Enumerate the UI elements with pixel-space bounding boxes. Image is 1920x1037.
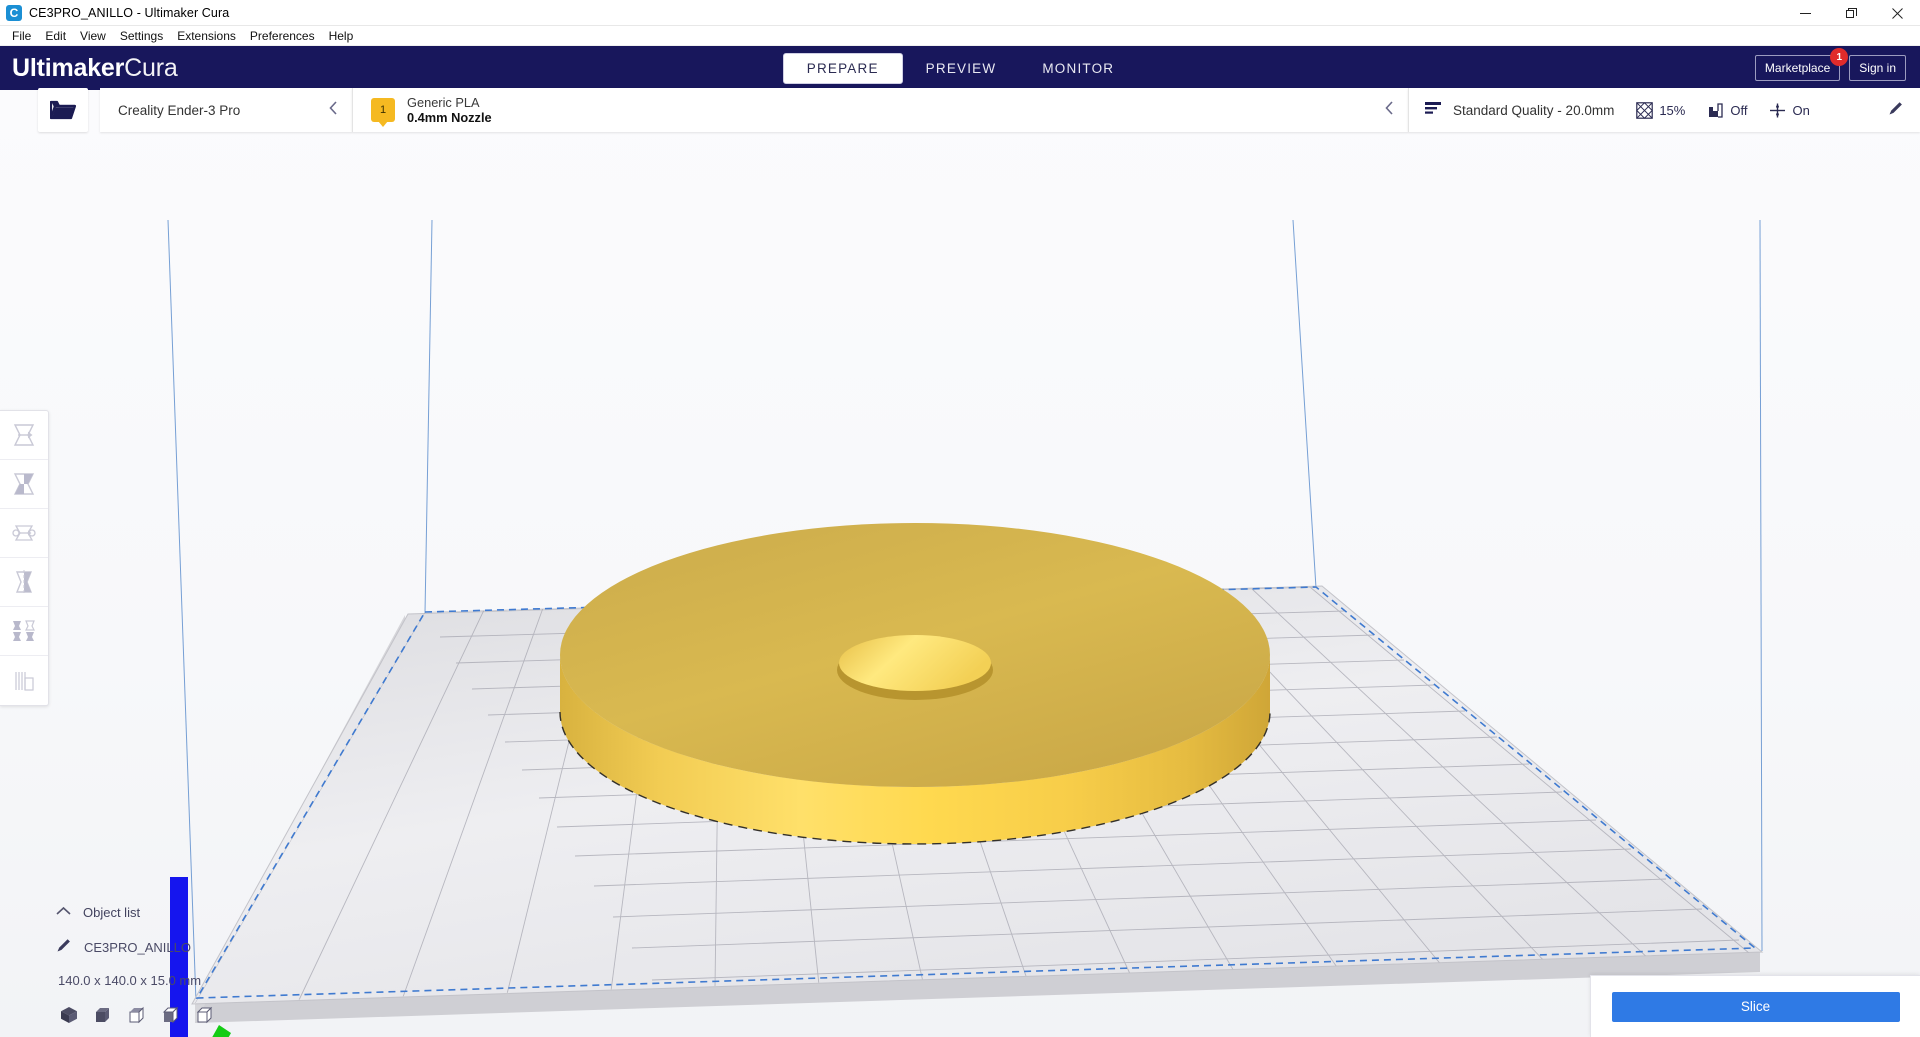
model-hole-bore bbox=[839, 635, 991, 691]
view-right-icon[interactable] bbox=[196, 1006, 214, 1029]
tab-monitor[interactable]: MONITOR bbox=[1019, 54, 1137, 83]
adhesion-chip[interactable]: On bbox=[1769, 102, 1810, 119]
machine-selector[interactable]: Creality Ender-3 Pro bbox=[100, 88, 352, 132]
support-value: Off bbox=[1730, 102, 1748, 118]
chevron-left-icon-material[interactable] bbox=[1385, 101, 1394, 119]
infill-chip[interactable]: 15% bbox=[1636, 101, 1686, 119]
header-actions: Marketplace 1 Sign in bbox=[1754, 46, 1906, 90]
pencil-icon-object[interactable] bbox=[56, 937, 72, 958]
machine-name: Creality Ender-3 Pro bbox=[118, 102, 241, 118]
adhesion-icon bbox=[1770, 103, 1786, 117]
window-controls bbox=[1782, 0, 1920, 26]
scale-tool[interactable] bbox=[0, 460, 48, 509]
app-header: UltimakerCura PREPARE PREVIEW MONITOR Ma… bbox=[0, 46, 1920, 90]
support-chip[interactable]: Off bbox=[1707, 102, 1747, 119]
model-CE3PRO_ANILLO[interactable] bbox=[559, 523, 1271, 845]
marketplace-badge: 1 bbox=[1830, 48, 1849, 66]
support-icon bbox=[1709, 102, 1724, 118]
object-name: CE3PRO_ANILLO bbox=[84, 940, 191, 955]
print-settings-selector[interactable]: Standard Quality - 20.0mm 15% Off On bbox=[1408, 88, 1920, 132]
adhesion-value: On bbox=[1792, 102, 1810, 118]
window-titlebar: C CE3PRO_ANILLO - Ultimaker Cura bbox=[0, 0, 1920, 26]
menubar: File Edit View Settings Extensions Prefe… bbox=[0, 26, 1920, 46]
move-tool[interactable] bbox=[0, 411, 48, 460]
open-folder-icon bbox=[50, 100, 76, 120]
cura-app-icon: C bbox=[6, 4, 22, 21]
view-front-icon[interactable] bbox=[94, 1006, 112, 1029]
mirror-icon bbox=[15, 570, 33, 594]
view-top-icon[interactable] bbox=[128, 1006, 146, 1029]
marketplace-label: Marketplace bbox=[1764, 61, 1831, 75]
per-model-settings-tool[interactable] bbox=[0, 607, 48, 656]
material-labels: Generic PLA 0.4mm Nozzle bbox=[407, 95, 492, 125]
support-blocker-icon bbox=[15, 671, 34, 691]
window-title: CE3PRO_ANILLO - Ultimaker Cura bbox=[29, 5, 230, 20]
chevron-left-icon[interactable] bbox=[329, 101, 338, 119]
tab-preview[interactable]: PREVIEW bbox=[903, 54, 1020, 83]
minimize-icon[interactable] bbox=[1782, 0, 1828, 26]
print-quality-icon bbox=[1425, 101, 1442, 120]
menu-settings[interactable]: Settings bbox=[113, 28, 170, 44]
menu-file[interactable]: File bbox=[5, 28, 38, 44]
slice-panel: Slice bbox=[1590, 975, 1920, 1037]
infill-icon bbox=[1636, 101, 1654, 119]
config-bar: Creality Ender-3 Pro 1 Generic PLA 0.4mm… bbox=[0, 88, 1920, 132]
rotate-icon bbox=[12, 525, 36, 541]
restore-icon[interactable] bbox=[1828, 0, 1874, 26]
slice-button[interactable]: Slice bbox=[1611, 991, 1900, 1022]
pencil-icon[interactable] bbox=[1888, 100, 1904, 121]
stage-tabs: PREPARE PREVIEW MONITOR bbox=[0, 46, 1920, 90]
tab-prepare[interactable]: PREPARE bbox=[782, 52, 903, 84]
view-3d-icon[interactable] bbox=[60, 1006, 78, 1029]
per-model-settings-icon bbox=[13, 620, 35, 641]
model-tools-toolbar bbox=[0, 410, 49, 706]
object-list-title: Object list bbox=[83, 904, 141, 920]
support-blocker-tool[interactable] bbox=[0, 656, 48, 705]
marketplace-button[interactable]: Marketplace 1 bbox=[1754, 48, 1849, 81]
extruder-number: 1 bbox=[379, 104, 387, 116]
menu-edit[interactable]: Edit bbox=[38, 28, 73, 44]
signin-button[interactable]: Sign in bbox=[1849, 55, 1906, 81]
object-list-item[interactable]: CE3PRO_ANILLO bbox=[0, 937, 330, 958]
object-list-header[interactable]: Object list bbox=[0, 903, 330, 921]
object-dimensions: 140.0 x 140.0 x 15.0 mm bbox=[58, 973, 202, 988]
view-left-icon[interactable] bbox=[162, 1006, 180, 1029]
infill-value: 15% bbox=[1659, 102, 1686, 118]
camera-view-buttons bbox=[0, 1006, 330, 1029]
menu-preferences[interactable]: Preferences bbox=[243, 28, 322, 44]
open-file-button[interactable] bbox=[38, 88, 88, 132]
rotate-tool[interactable] bbox=[0, 509, 48, 558]
nozzle-size: 0.4mm Nozzle bbox=[407, 110, 492, 125]
material-name: Generic PLA bbox=[407, 95, 480, 110]
chevron-up-icon[interactable] bbox=[56, 903, 71, 921]
profile-name: Standard Quality - 20.0mm bbox=[1453, 102, 1615, 118]
close-icon[interactable] bbox=[1874, 0, 1920, 26]
scale-icon bbox=[13, 473, 35, 495]
mirror-tool[interactable] bbox=[0, 558, 48, 607]
move-icon bbox=[13, 424, 35, 446]
object-list-panel: Object list CE3PRO_ANILLO 140.0 x 140.0 … bbox=[0, 893, 330, 1037]
material-selector[interactable]: 1 Generic PLA 0.4mm Nozzle bbox=[352, 88, 1408, 132]
menu-view[interactable]: View bbox=[73, 28, 113, 44]
menu-help[interactable]: Help bbox=[322, 28, 361, 44]
extruder-badge: 1 bbox=[371, 98, 395, 122]
menu-extensions[interactable]: Extensions bbox=[170, 28, 243, 44]
